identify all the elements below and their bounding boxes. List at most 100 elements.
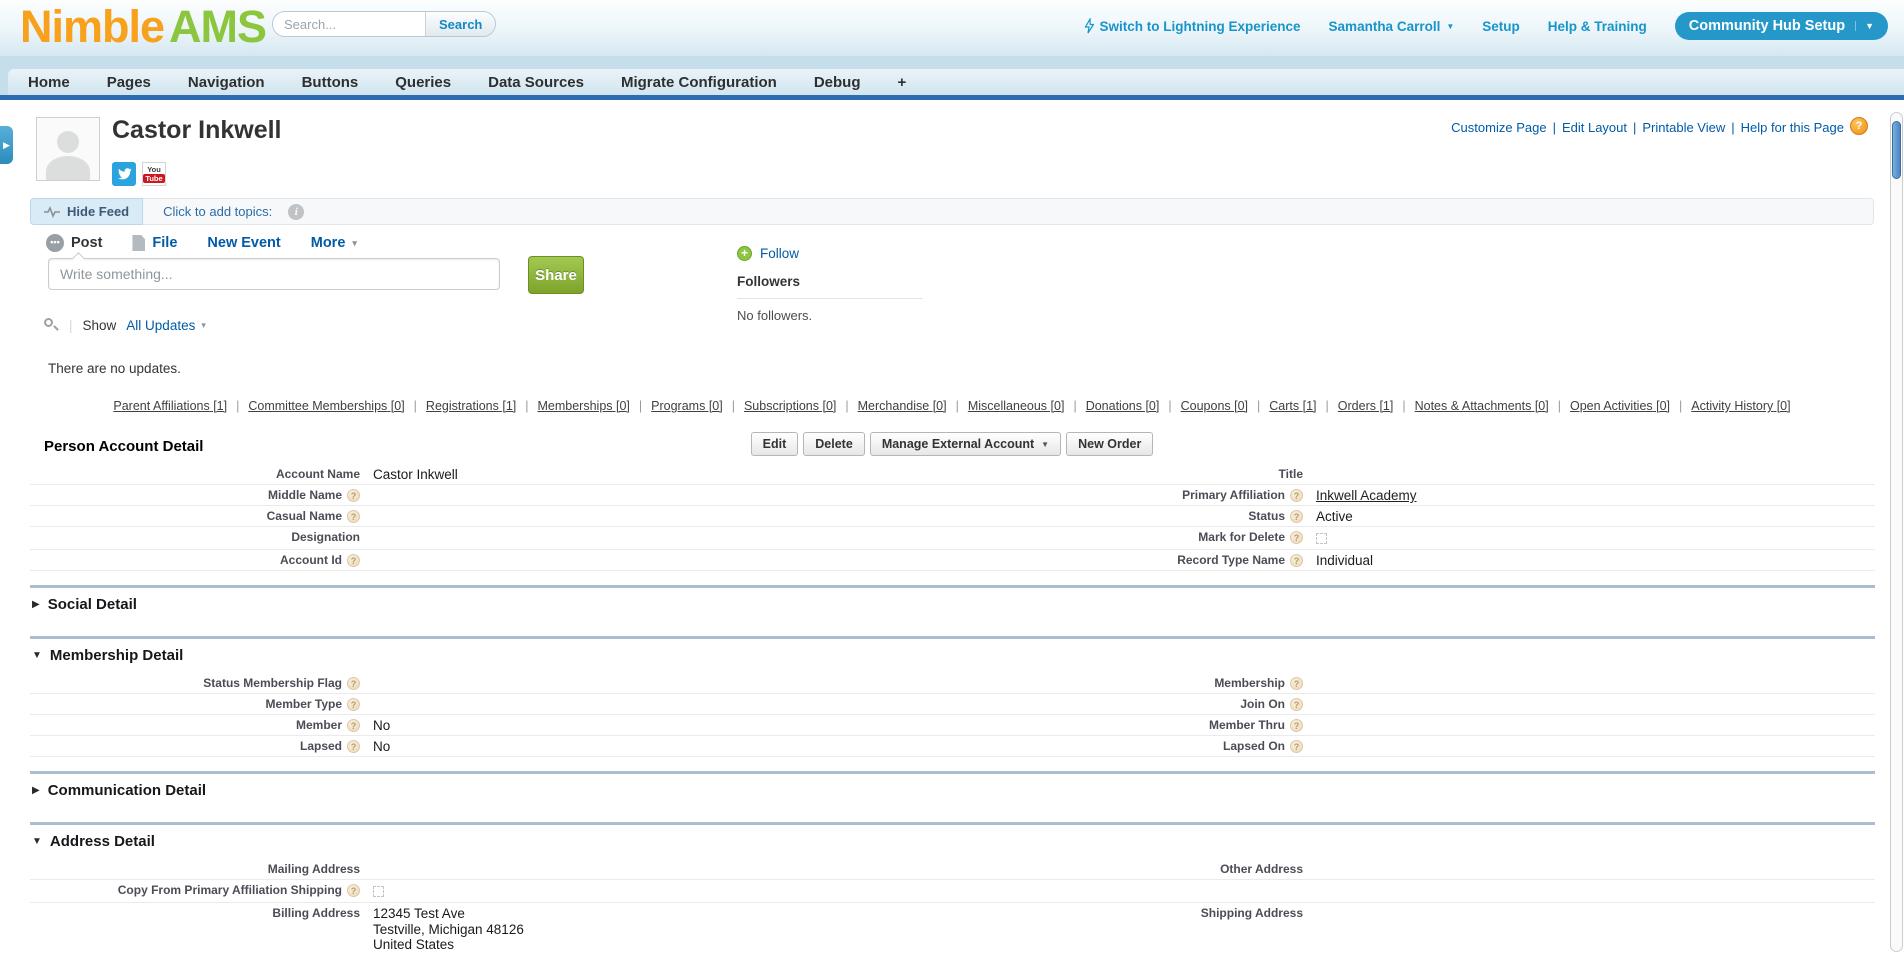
section-header-address-detail[interactable]: ▼Address Detail <box>30 822 1875 859</box>
field-help-icon[interactable]: ? <box>1290 677 1303 690</box>
sidebar-expand-handle[interactable]: ▶ <box>0 126 13 164</box>
tab-queries[interactable]: Queries <box>395 74 451 91</box>
related-list-programs[interactable]: Programs [0] <box>651 399 723 413</box>
share-button[interactable]: Share <box>528 256 584 294</box>
related-list-coupons[interactable]: Coupons [0] <box>1181 399 1248 413</box>
app-menu-button[interactable]: Community Hub Setup ▼ <box>1675 12 1888 40</box>
tab-add[interactable]: + <box>897 74 906 91</box>
field-label: Middle Name <box>268 488 342 502</box>
related-list-name: Open Activities <box>1570 399 1653 413</box>
scrollbar-thumb[interactable] <box>1892 121 1901 179</box>
customize-page-link[interactable]: Customize Page <box>1451 120 1546 135</box>
youtube-icon[interactable]: You Tube <box>142 162 166 186</box>
feed-composer-input[interactable] <box>48 258 500 290</box>
field-help-icon[interactable]: ? <box>1290 531 1303 544</box>
section-expanded-icon[interactable]: ▼ <box>32 650 42 661</box>
search-icon[interactable] <box>44 318 59 333</box>
publisher-tab-more[interactable]: More▾ <box>311 235 357 251</box>
checkbox-unchecked[interactable] <box>373 886 384 897</box>
checkbox-unchecked[interactable] <box>1316 533 1327 544</box>
field-label-cell: Casual Name? <box>30 509 360 523</box>
global-search: Search <box>272 11 496 37</box>
related-list-open-activities[interactable]: Open Activities [0] <box>1570 399 1670 413</box>
help-for-this-page-link[interactable]: Help for this Page <box>1741 120 1844 135</box>
related-list-orders[interactable]: Orders [1] <box>1338 399 1394 413</box>
field-label-cell: Middle Name? <box>30 488 360 502</box>
publisher-tab-post[interactable]: •••Post <box>46 234 102 252</box>
divider <box>737 298 923 299</box>
setup-link[interactable]: Setup <box>1482 19 1520 34</box>
edit-layout-link[interactable]: Edit Layout <box>1562 120 1627 135</box>
related-list-count: [0] <box>1653 399 1670 413</box>
button-label: Delete <box>815 437 853 451</box>
twitter-icon[interactable] <box>112 162 136 186</box>
feed-filter-dropdown[interactable]: All Updates ▾ <box>126 318 206 333</box>
search-input[interactable] <box>273 12 425 36</box>
field-help-icon[interactable]: ? <box>1290 740 1303 753</box>
section-expanded-icon[interactable]: ▼ <box>32 836 42 847</box>
related-list-parent-affiliations[interactable]: Parent Affiliations [1] <box>113 399 227 413</box>
detail-row: Member?NoMember Thru? <box>30 715 1875 736</box>
field-help-icon[interactable]: ? <box>347 554 360 567</box>
section-header-communication-detail[interactable]: ▶Communication Detail <box>30 771 1875 808</box>
tab-home[interactable]: Home <box>28 74 70 91</box>
new-order-button[interactable]: New Order <box>1066 432 1153 456</box>
field-help-icon[interactable]: ? <box>347 698 360 711</box>
related-list-registrations[interactable]: Registrations [1] <box>426 399 516 413</box>
tab-debug[interactable]: Debug <box>814 74 861 91</box>
tab-buttons[interactable]: Buttons <box>302 74 359 91</box>
manage-external-account-button[interactable]: Manage External Account▼ <box>870 432 1061 456</box>
related-list-committee-memberships[interactable]: Committee Memberships [0] <box>248 399 404 413</box>
field-help-icon[interactable]: ? <box>347 719 360 732</box>
section-collapsed-icon[interactable]: ▶ <box>32 785 40 796</box>
field-help-icon[interactable]: ? <box>1290 719 1303 732</box>
section-header-membership-detail[interactable]: ▼Membership Detail <box>30 636 1875 673</box>
follow-button[interactable]: + Follow <box>737 246 799 261</box>
field-help-icon[interactable]: ? <box>347 489 360 502</box>
section-header-social-detail[interactable]: ▶Social Detail <box>30 585 1875 622</box>
related-list-count: [0] <box>387 399 404 413</box>
add-topics-link[interactable]: Click to add topics: <box>163 204 272 219</box>
field-help-icon[interactable]: ? <box>1290 489 1303 502</box>
page-help-icon[interactable]: ? <box>1850 117 1868 135</box>
related-list-memberships[interactable]: Memberships [0] <box>538 399 630 413</box>
info-icon[interactable]: i <box>288 204 304 220</box>
related-list-count: [1] <box>210 399 227 413</box>
edit-button[interactable]: Edit <box>751 432 799 456</box>
publisher-tab-new-event[interactable]: New Event <box>207 235 280 251</box>
section-collapsed-icon[interactable]: ▶ <box>32 599 40 610</box>
field-help-icon[interactable]: ? <box>347 740 360 753</box>
field-help-icon[interactable]: ? <box>1290 698 1303 711</box>
tab-migrate-configuration[interactable]: Migrate Configuration <box>621 74 777 91</box>
inkwell-academy-link[interactable]: Inkwell Academy <box>1316 488 1417 503</box>
related-list-carts[interactable]: Carts [1] <box>1269 399 1316 413</box>
list-separator: | <box>1402 399 1405 413</box>
user-menu[interactable]: Samantha Carroll ▼ <box>1329 19 1455 34</box>
field-help-icon[interactable]: ? <box>1290 510 1303 523</box>
delete-button[interactable]: Delete <box>803 432 865 456</box>
related-list-name: Orders <box>1338 399 1376 413</box>
vertical-scrollbar[interactable] <box>1890 112 1903 952</box>
field-help-icon[interactable]: ? <box>1290 554 1303 567</box>
related-list-activity-history[interactable]: Activity History [0] <box>1691 399 1790 413</box>
related-list-donations[interactable]: Donations [0] <box>1086 399 1160 413</box>
help-training-link[interactable]: Help & Training <box>1548 19 1647 34</box>
publisher-tab-file[interactable]: File <box>132 235 177 251</box>
related-list-notes-attachments[interactable]: Notes & Attachments [0] <box>1415 399 1549 413</box>
field-help-icon[interactable]: ? <box>347 677 360 690</box>
avatar[interactable] <box>36 117 100 181</box>
list-separator: | <box>1679 399 1682 413</box>
field-help-icon[interactable]: ? <box>347 884 360 897</box>
detail-row: Copy From Primary Affiliation Shipping? <box>30 880 1875 903</box>
search-button[interactable]: Search <box>425 12 495 36</box>
related-list-merchandise[interactable]: Merchandise [0] <box>858 399 947 413</box>
tab-pages[interactable]: Pages <box>107 74 151 91</box>
field-help-icon[interactable]: ? <box>347 510 360 523</box>
tab-navigation[interactable]: Navigation <box>188 74 265 91</box>
switch-to-lightning-link[interactable]: Switch to Lightning Experience <box>1083 18 1301 34</box>
printable-view-link[interactable]: Printable View <box>1642 120 1725 135</box>
related-list-miscellaneous[interactable]: Miscellaneous [0] <box>968 399 1065 413</box>
related-list-subscriptions[interactable]: Subscriptions [0] <box>744 399 836 413</box>
tab-data-sources[interactable]: Data Sources <box>488 74 584 91</box>
hide-feed-button[interactable]: Hide Feed <box>30 198 143 225</box>
